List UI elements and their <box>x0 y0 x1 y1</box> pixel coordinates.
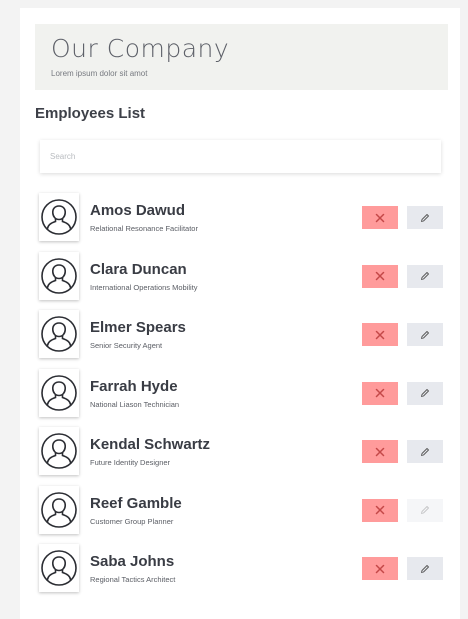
close-icon <box>375 447 385 456</box>
avatar <box>39 427 79 475</box>
employee-row: Amos Dawud Relational Resonance Facilita… <box>20 193 460 243</box>
edit-button[interactable] <box>407 264 443 288</box>
employee-role: Senior Security Agent <box>90 341 163 350</box>
pencil-icon <box>421 447 429 456</box>
pencil-icon <box>421 330 429 339</box>
employee-name: Saba Johns <box>90 553 175 570</box>
edit-button[interactable] <box>407 557 443 580</box>
employee-name: Reef Gamble <box>90 494 182 512</box>
company-header: Our Company Lorem ipsum dolor sit amot <box>35 24 448 90</box>
user-circle-icon <box>41 316 77 352</box>
edit-button[interactable] <box>407 498 443 522</box>
edit-button[interactable] <box>407 323 443 346</box>
user-circle-icon <box>41 550 77 586</box>
close-icon <box>375 271 385 281</box>
pencil-icon <box>421 506 429 514</box>
employee-role: Relational Resonance Facilitator <box>90 224 198 233</box>
avatar <box>39 485 79 534</box>
edit-button[interactable] <box>407 206 443 229</box>
main-card: Our Company Lorem ipsum dolor sit amot E… <box>20 8 460 619</box>
close-icon <box>375 564 385 573</box>
avatar <box>39 544 79 592</box>
delete-button[interactable] <box>362 557 398 580</box>
employee-name: Farrah Hyde <box>90 377 178 395</box>
delete-button[interactable] <box>362 498 398 522</box>
avatar <box>39 368 79 417</box>
avatar <box>39 310 79 358</box>
employee-role: National Liason Technician <box>90 399 180 409</box>
delete-button[interactable] <box>362 381 398 405</box>
avatar <box>39 193 79 241</box>
employee-name: Amos Dawud <box>90 202 186 219</box>
employee-role: International Operations Mobility <box>90 282 198 292</box>
employee-row: Elmer Spears Senior Security Agent <box>20 310 460 360</box>
employee-role: Future Identity Designer <box>90 458 171 467</box>
pencil-icon <box>421 213 429 222</box>
close-icon <box>375 213 385 222</box>
user-circle-icon <box>41 257 77 294</box>
delete-button[interactable] <box>362 323 398 346</box>
user-circle-icon <box>41 491 77 528</box>
delete-button[interactable] <box>362 440 398 463</box>
employees-list-title: Employees List <box>35 105 146 122</box>
employee-role: Regional Tactics Architect <box>90 575 176 584</box>
user-circle-icon <box>41 374 77 411</box>
pencil-icon <box>421 389 429 397</box>
pencil-icon <box>421 564 429 573</box>
search-input[interactable] <box>40 140 441 173</box>
user-circle-icon <box>41 199 77 235</box>
edit-button[interactable] <box>407 440 443 463</box>
employee-row: Saba Johns Regional Tactics Architect <box>20 544 460 594</box>
employee-row: Reef Gamble Customer Group Planner <box>20 485 460 536</box>
employee-role: Customer Group Planner <box>90 516 174 526</box>
employee-name: Clara Duncan <box>90 260 187 278</box>
employee-name: Kendal Schwartz <box>90 436 211 453</box>
close-icon <box>375 505 385 515</box>
delete-button[interactable] <box>362 206 398 229</box>
edit-button[interactable] <box>407 381 443 405</box>
employee-row: Farrah Hyde National Liason Technician <box>20 368 460 419</box>
delete-button[interactable] <box>362 264 398 288</box>
close-icon <box>375 388 385 398</box>
pencil-icon <box>421 272 429 280</box>
close-icon <box>375 330 385 339</box>
employee-row: Kendal Schwartz Future Identity Designer <box>20 427 460 477</box>
company-subtitle: Lorem ipsum dolor sit amot <box>51 69 148 78</box>
avatar <box>39 251 79 300</box>
employee-name: Elmer Spears <box>90 319 186 336</box>
company-title: Our Company <box>51 34 230 63</box>
employee-row: Clara Duncan International Operations Mo… <box>20 251 460 302</box>
user-circle-icon <box>41 433 77 469</box>
